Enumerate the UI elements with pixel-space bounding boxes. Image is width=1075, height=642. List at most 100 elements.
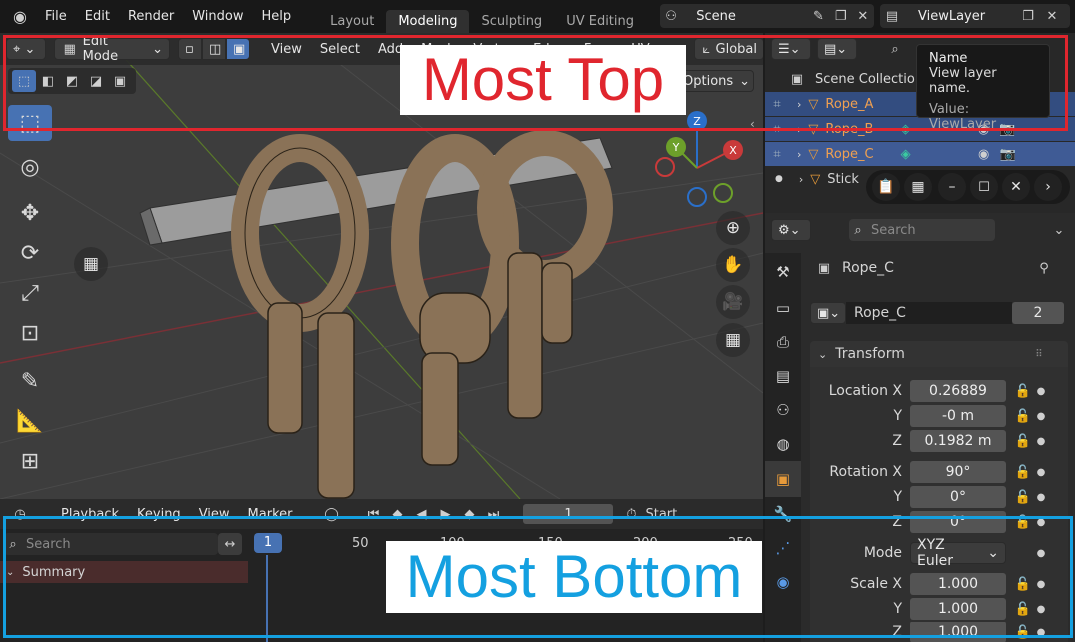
menu-window[interactable]: Window	[183, 9, 252, 24]
menu-file[interactable]: File	[36, 9, 76, 24]
keyframe-dot-icon[interactable]: ●	[1034, 467, 1048, 478]
lock-icon[interactable]: 🔓	[1012, 434, 1034, 449]
rotation-x-label: Rotation X	[829, 464, 902, 480]
search-icon: ⌕	[854, 222, 862, 238]
chevron-right-icon[interactable]: ›	[1034, 173, 1062, 201]
menu-edit[interactable]: Edit	[76, 9, 119, 24]
rotation-y-label: Y	[893, 489, 902, 505]
render-tab-icon[interactable]: ▭	[765, 291, 801, 325]
mesh-datablock-row: ▣⌄ Rope_C 2	[810, 301, 1068, 325]
pin-icon[interactable]: ✎	[807, 5, 829, 27]
drag-handle-icon[interactable]: ⠿	[1035, 349, 1042, 360]
annotate-tool[interactable]: ✎	[8, 361, 52, 401]
top-bar: ◉ File Edit Render Window Help Layout Mo…	[0, 0, 1075, 33]
new-view-layer-icon[interactable]: ❐	[1016, 5, 1040, 27]
view-layer-name[interactable]: ViewLayer	[918, 9, 1016, 24]
tab-uv-editing[interactable]: UV Editing	[554, 10, 646, 33]
outliner-item-label: Stick	[827, 171, 859, 187]
tool-shelf: ⬚ ◎ ✥ ⟳ ⤢ ⊡ ✎ 📐 ⊞	[8, 105, 58, 481]
lock-icon[interactable]: 🔓	[1012, 490, 1034, 505]
mesh-browse-button[interactable]: ▣⌄	[810, 302, 846, 324]
mesh-name-field[interactable]: Rope_C	[846, 302, 1012, 324]
checker-icon[interactable]: ▦	[904, 173, 932, 201]
object-name: Rope_C	[842, 260, 894, 276]
most-bottom-label: Most Bottom	[386, 541, 762, 613]
new-scene-icon[interactable]: ❐	[830, 5, 852, 27]
camera-view-icon[interactable]: 🎥	[716, 285, 750, 319]
view-layer-icon: ▤	[885, 8, 899, 24]
lock-icon[interactable]: 🔓	[1012, 409, 1034, 424]
cursor-tool[interactable]: ◎	[8, 147, 52, 187]
tab-modeling[interactable]: Modeling	[386, 10, 470, 33]
outliner-item-label: Rope_C	[825, 146, 874, 162]
bullet-icon: ●	[775, 174, 783, 184]
properties-editor-type-button[interactable]: ⚙⌄	[771, 219, 811, 241]
workspace-tabs: Layout Modeling Sculpting UV Editing	[318, 0, 646, 33]
view-layer-selector[interactable]: ▤ ViewLayer ❐ ✕	[880, 4, 1070, 28]
scene-icon: ⚇	[665, 8, 677, 24]
keyframe-dot-icon[interactable]: ●	[1034, 386, 1048, 397]
close-scene-icon[interactable]: ✕	[852, 5, 874, 27]
visibility-eye-icon[interactable]: ◉	[972, 143, 996, 165]
location-x-field[interactable]: 0.26889	[910, 380, 1006, 402]
render-camera-icon[interactable]: 📷	[996, 143, 1020, 165]
gizmo-y-label: Y	[672, 141, 680, 154]
object-tab-icon[interactable]: ▣	[765, 461, 801, 497]
tool-tab-icon[interactable]: ⚒	[765, 253, 801, 291]
checker-toggle-icon[interactable]: ▦	[74, 247, 108, 281]
location-y-label: Y	[893, 408, 902, 424]
scene-selector[interactable]: ⚇ Scene ✎ ❐ ✕	[660, 4, 874, 28]
tab-layout[interactable]: Layout	[318, 10, 386, 33]
location-z-row: Z 0.1982 m 🔓 ●	[812, 429, 1066, 453]
mesh-data-icon: ◈	[900, 146, 911, 162]
zoom-icon[interactable]: ⊕	[716, 211, 750, 245]
menu-render[interactable]: Render	[119, 9, 183, 24]
maximize-icon[interactable]: ☐	[970, 173, 998, 201]
transform-panel-header[interactable]: ⌄ Transform ⠿	[810, 341, 1068, 367]
scene-name[interactable]: Scene	[696, 9, 807, 24]
close-view-layer-icon[interactable]: ✕	[1040, 5, 1064, 27]
lock-icon[interactable]: 🔓	[1012, 384, 1034, 399]
rotate-tool[interactable]: ⟳	[8, 233, 52, 273]
location-z-field[interactable]: 0.1982 m	[910, 430, 1006, 452]
mesh-users-count[interactable]: 2	[1012, 302, 1064, 324]
perspective-grid-icon[interactable]: ▦	[716, 323, 750, 357]
rotation-x-row: Rotation X 90° 🔓 ●	[812, 460, 1066, 484]
clipboard-icon[interactable]: 📋	[872, 173, 900, 201]
location-y-field[interactable]: -0 m	[910, 405, 1006, 427]
scale-tool[interactable]: ⤢	[8, 273, 52, 313]
view-layer-tab-icon[interactable]: ▤	[765, 359, 801, 393]
world-tab-icon[interactable]: ◍	[765, 427, 801, 461]
outliner-item-rope-c[interactable]: ⌗ › ▽ Rope_C ◈ ◉ 📷	[765, 142, 1075, 166]
main-menu: File Edit Render Window Help	[36, 9, 300, 24]
hierarchy-icon: ⌗	[773, 146, 781, 162]
output-tab-icon[interactable]: ⎙	[765, 325, 801, 359]
rotation-y-field[interactable]: 0°	[910, 486, 1006, 508]
scene-tab-icon[interactable]: ⚇	[765, 393, 801, 427]
close-icon[interactable]: ✕	[1002, 173, 1030, 201]
keyframe-dot-icon[interactable]: ●	[1034, 436, 1048, 447]
minimize-icon[interactable]: –	[938, 173, 966, 201]
pin-icon[interactable]: ⚲	[1032, 257, 1056, 279]
chevron-down-icon[interactable]: ⌄	[1047, 219, 1071, 241]
measure-tool[interactable]: 📐	[8, 401, 52, 441]
chevron-down-icon: ⌄	[818, 347, 828, 361]
location-x-row: Location X 0.26889 🔓 ●	[812, 379, 1066, 403]
menu-help[interactable]: Help	[253, 9, 301, 24]
mesh-object-icon: ▽	[810, 171, 821, 187]
pan-hand-icon[interactable]: ✋	[716, 248, 750, 282]
most-top-label: Most Top	[400, 45, 686, 115]
gizmo-x-label: X	[729, 144, 737, 157]
keyframe-dot-icon[interactable]: ●	[1034, 411, 1048, 422]
location-x-label: Location X	[828, 383, 902, 399]
location-z-label: Z	[892, 433, 902, 449]
lock-icon[interactable]: 🔓	[1012, 465, 1034, 480]
blender-logo-icon[interactable]: ◉	[8, 6, 32, 28]
add-cube-tool[interactable]: ⊞	[8, 441, 52, 481]
tab-sculpting[interactable]: Sculpting	[469, 10, 554, 33]
move-tool[interactable]: ✥	[8, 193, 52, 233]
rotation-x-field[interactable]: 90°	[910, 461, 1006, 483]
transform-tool[interactable]: ⊡	[8, 313, 52, 353]
keyframe-dot-icon[interactable]: ●	[1034, 492, 1048, 503]
properties-search[interactable]: ⌕ Search	[849, 219, 995, 241]
